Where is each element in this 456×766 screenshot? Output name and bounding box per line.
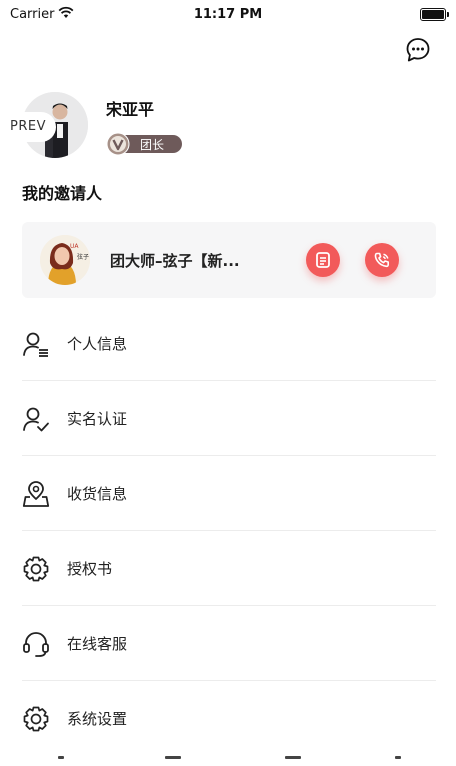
- inviter-avatar: UA 弦子: [40, 235, 90, 285]
- menu-label: 个人信息: [67, 335, 128, 353]
- role-badge: 团长: [106, 132, 182, 156]
- menu-item-authorization[interactable]: 授权书: [22, 531, 436, 606]
- phone-icon: [374, 252, 389, 268]
- inviter-name: 团大师–弦子【新...: [110, 252, 240, 270]
- document-icon: [316, 252, 330, 268]
- location-pin-icon: [22, 481, 50, 507]
- inviter-avatar-image: UA 弦子: [40, 235, 90, 285]
- inviter-card[interactable]: UA 弦子 团大师–弦子【新...: [22, 222, 436, 298]
- user-check-icon: [23, 407, 49, 432]
- v-medal-icon: [106, 132, 130, 156]
- menu-label: 在线客服: [67, 635, 128, 653]
- menu-label: 收货信息: [67, 485, 128, 503]
- menu-item-real-name-auth[interactable]: 实名认证: [22, 381, 436, 456]
- inviter-section-title: 我的邀请人: [22, 184, 103, 203]
- role-label: 团长: [140, 138, 165, 152]
- tab-bar-edge: [0, 756, 456, 766]
- user-name: 宋亚平: [106, 100, 155, 119]
- headset-icon: [23, 632, 49, 657]
- user-list-icon: [23, 332, 48, 357]
- prev-button[interactable]: PREV: [0, 112, 56, 142]
- menu-item-system-settings[interactable]: 系统设置: [22, 681, 436, 755]
- clock: 11:17 PM: [193, 7, 263, 22]
- menu-item-online-service[interactable]: 在线客服: [22, 606, 436, 681]
- menu-label: 系统设置: [67, 710, 128, 728]
- menu-label: 授权书: [67, 560, 113, 578]
- status-bar: Carrier 11:17 PM: [0, 0, 456, 30]
- call-button[interactable]: [365, 243, 399, 277]
- menu-item-personal-info[interactable]: 个人信息: [22, 306, 436, 381]
- menu-item-shipping-info[interactable]: 收货信息: [22, 456, 436, 531]
- document-button[interactable]: [306, 243, 340, 277]
- inviter-avatar-text: 弦子: [77, 253, 89, 261]
- battery-icon: [420, 8, 449, 21]
- gear-icon: [23, 556, 49, 582]
- svg-text:UA: UA: [70, 243, 79, 250]
- menu-label: 实名认证: [67, 410, 128, 428]
- gear-icon: [23, 706, 49, 732]
- menu-list: 个人信息 实名认证 收货信息 授权书 在线客服 系统设置: [22, 306, 436, 755]
- chat-bubble-icon[interactable]: [404, 36, 432, 64]
